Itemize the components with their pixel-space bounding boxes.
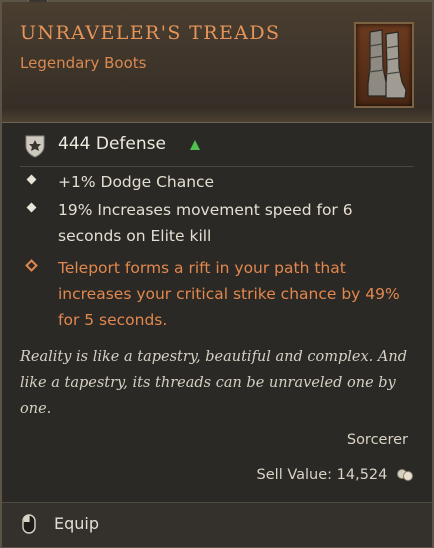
diamond-bullet-icon — [26, 202, 37, 213]
equip-label: Equip — [54, 514, 100, 533]
defense-stat: 444 Defense — [20, 132, 420, 160]
diamond-bullet-icon — [26, 174, 37, 185]
item-tooltip: UNRAVELER'S TREADS Legendary Boots 444 D… — [0, 0, 434, 548]
divider — [20, 166, 414, 167]
defense-value: 444 Defense — [58, 134, 166, 154]
up-arrow-icon — [190, 140, 200, 150]
affix-row: 19% Increases movement speed for 6 secon… — [26, 197, 406, 249]
item-name: UNRAVELER'S TREADS — [20, 22, 281, 44]
affix-row: +1% Dodge Chance — [26, 169, 406, 195]
shield-icon — [25, 135, 45, 158]
legendary-aspect-text: Teleport forms a rift in your path that … — [58, 259, 400, 329]
tooltip-footer: Equip — [2, 502, 432, 547]
gold-icon — [397, 469, 413, 481]
legendary-diamond-icon — [25, 259, 38, 272]
boots-icon — [367, 29, 407, 99]
tooltip-header: UNRAVELER'S TREADS Legendary Boots — [2, 2, 432, 123]
legendary-aspect-row: Teleport forms a rift in your path that … — [25, 255, 406, 333]
affix-text: 19% Increases movement speed for 6 secon… — [58, 201, 353, 245]
equip-button[interactable]: Equip — [12, 509, 99, 541]
mouse-icon — [22, 514, 36, 534]
sell-value: Sell Value: 14,524 — [257, 467, 414, 489]
flavor-text: Reality is like a tapestry, beautiful an… — [20, 349, 407, 417]
affix-text: +1% Dodge Chance — [58, 173, 215, 191]
item-image-frame — [354, 22, 414, 108]
class-requirement: Sorcerer — [346, 432, 408, 448]
item-type: Legendary Boots — [20, 54, 147, 72]
sell-value-label: Sell Value: 14,524 — [256, 467, 388, 483]
